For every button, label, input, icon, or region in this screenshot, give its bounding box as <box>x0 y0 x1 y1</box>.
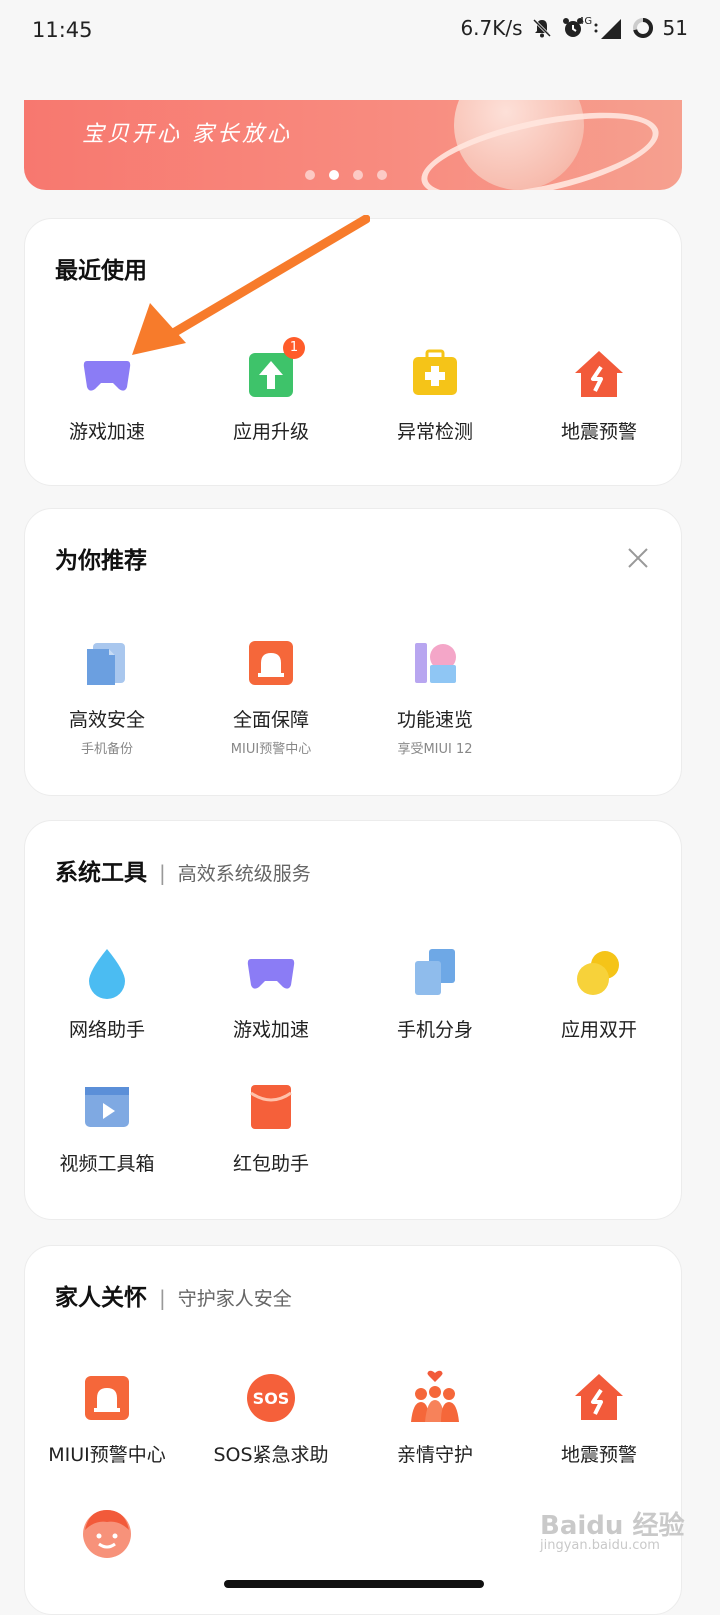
tile-label: 地震预警 <box>560 1444 637 1466</box>
signal-icon <box>594 19 621 39</box>
tile-backup[interactable]: 高效安全 手机备份 <box>25 635 189 757</box>
tile-label: SOS紧急求助 <box>213 1444 329 1466</box>
tile-network-assistant[interactable]: 网络助手 <box>25 945 189 1042</box>
tile-kid-guard[interactable] <box>25 1504 189 1560</box>
earthquake-house-icon <box>571 347 627 403</box>
close-icon[interactable] <box>625 545 651 571</box>
pager-dot[interactable] <box>377 170 387 180</box>
tile-label: 网络助手 <box>68 1019 145 1041</box>
tile-family-guard[interactable]: 亲情守护 <box>353 1370 517 1467</box>
battery-level: 51 <box>662 16 688 40</box>
waterdrop-icon <box>79 945 135 1001</box>
tile-sublabel: 手机备份 <box>80 742 133 757</box>
tile-video-toolbox[interactable]: 视频工具箱 <box>25 1079 189 1176</box>
dual-app-icon <box>571 945 627 1001</box>
family-subtitle: 守护家人安全 <box>177 1288 292 1310</box>
recommend-title: 为你推荐 <box>55 548 147 574</box>
tile-label: 红包助手 <box>232 1153 309 1175</box>
mute-bell-icon <box>532 18 551 38</box>
tools-header: 系统工具 | 高效系统级服务 <box>55 853 311 887</box>
tile-second-space[interactable]: 手机分身 <box>353 945 517 1042</box>
tile-dual-apps[interactable]: 应用双开 <box>517 945 681 1042</box>
title-divider: | <box>159 861 166 885</box>
net-speed: 6.7K/s <box>460 16 523 40</box>
tools-title: 系统工具 <box>55 860 147 886</box>
tile-label: 手机分身 <box>396 1019 473 1041</box>
tile-label: 高效安全 <box>68 709 145 731</box>
pager-dot-active[interactable] <box>329 170 339 180</box>
tile-label: 功能速览 <box>396 709 473 731</box>
tile-sublabel: MIUI预警中心 <box>230 742 312 757</box>
child-face-icon <box>79 1504 135 1560</box>
tile-app-upgrade[interactable]: 1 应用升级 <box>189 337 353 444</box>
earthquake-house-icon <box>571 1370 627 1426</box>
tile-label: 异常检测 <box>396 421 473 443</box>
watermark-url: jingyan.baidu.com <box>540 1538 660 1553</box>
status-time: 11:45 <box>32 18 93 42</box>
status-bar: 11:45 4G 6.7K/s 51 <box>0 0 720 62</box>
tile-feature-overview[interactable]: 功能速览 享受MIUI 12 <box>353 635 517 757</box>
tile-earthquake-warning[interactable]: 地震预警 <box>517 1370 681 1467</box>
tile-label: 亲情守护 <box>396 1444 473 1466</box>
home-indicator[interactable] <box>224 1580 484 1588</box>
banner-slogan: 宝贝开心 家长放心 <box>82 122 292 147</box>
family-card: 家人关怀 | 守护家人安全 MIUI预警中心 SOS SOS紧急求助 亲情守护 地震… <box>24 1245 682 1615</box>
tile-label: 应用双开 <box>560 1019 637 1041</box>
banner-pager <box>305 170 387 180</box>
tile-label: 应用升级 <box>232 421 309 443</box>
sos-icon: SOS <box>243 1370 299 1426</box>
tile-label: 全面保障 <box>232 709 309 731</box>
tile-red-envelope[interactable]: 红包助手 <box>189 1079 353 1176</box>
dual-phone-icon <box>407 945 463 1001</box>
tile-label: 游戏加速 <box>232 1019 309 1041</box>
red-envelope-icon <box>243 1079 299 1135</box>
tools-subtitle: 高效系统级服务 <box>177 863 311 885</box>
family-title: 家人关怀 <box>55 1285 147 1311</box>
annotation-arrow <box>132 215 370 355</box>
tile-anomaly-check[interactable]: 异常检测 <box>353 347 517 444</box>
family-icon <box>407 1370 463 1426</box>
miui12-icon <box>407 635 463 691</box>
alarm-icon <box>79 1370 135 1426</box>
tile-sos[interactable]: SOS SOS紧急求助 <box>189 1370 353 1467</box>
title-divider: | <box>159 1286 166 1310</box>
backup-icon <box>79 635 135 691</box>
alarm-icon <box>243 635 299 691</box>
family-header: 家人关怀 | 守护家人安全 <box>55 1278 292 1312</box>
gamepad-icon <box>243 945 299 1001</box>
pager-dot[interactable] <box>353 170 363 180</box>
recommend-card: 为你推荐 高效安全 手机备份 全面保障 MIUI预警中心 功能速览 享受MIUI… <box>24 508 682 796</box>
alarm-clock-icon <box>562 18 583 37</box>
tile-alarm-center[interactable]: 全面保障 MIUI预警中心 <box>189 635 353 757</box>
sos-glyph: SOS <box>253 1389 290 1408</box>
gamepad-icon <box>79 347 135 403</box>
battery-ring-icon <box>632 18 653 38</box>
firstaid-icon <box>407 347 463 403</box>
tile-sublabel: 享受MIUI 12 <box>397 742 473 757</box>
status-icons: 6.7K/s 51 <box>460 16 688 40</box>
tile-label: 游戏加速 <box>68 421 145 443</box>
tools-card: 系统工具 | 高效系统级服务 网络助手 游戏加速 手机分身 应用双开 视频工具箱 <box>24 820 682 1220</box>
tile-game-boost[interactable]: 游戏加速 <box>25 347 189 444</box>
tile-earthquake-warning[interactable]: 地震预警 <box>517 347 681 444</box>
tile-label: MIUI预警中心 <box>48 1444 166 1466</box>
pager-dot[interactable] <box>305 170 315 180</box>
watermark-logo: Baidu 经验 <box>540 1511 685 1541</box>
video-toolbox-icon <box>79 1079 135 1135</box>
tile-label: 视频工具箱 <box>59 1153 155 1175</box>
tile-label: 地震预警 <box>560 421 637 443</box>
tile-miui-alert-center[interactable]: MIUI预警中心 <box>25 1370 189 1467</box>
tile-game-boost[interactable]: 游戏加速 <box>189 945 353 1042</box>
